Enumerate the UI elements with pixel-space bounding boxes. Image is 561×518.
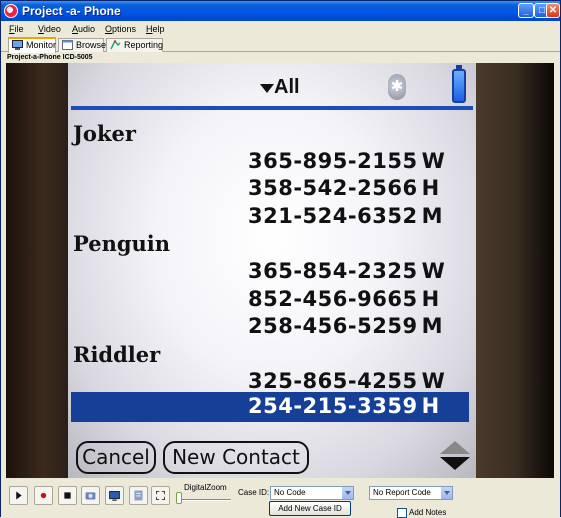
phone-number: 852-456-9665 [248,287,418,311]
tab-browser-label: Browser [76,40,110,50]
phone-number: 365-854-2325 [248,259,418,283]
app-icon [4,4,18,18]
phone-number-row: 365-895-2155 W [248,149,445,173]
play-icon [16,491,22,500]
scroll-up-icon [440,441,470,454]
chevron-down-icon [440,487,452,499]
digital-zoom-slider[interactable] [176,492,182,504]
settings-icon [134,490,143,501]
phone-number-row-selected: 254-215-3359 H [248,394,440,418]
phone-number: 358-542-2566 [248,176,418,200]
phone-new-contact-button: New Contact [163,441,309,474]
record-button[interactable] [34,486,53,505]
menu-options[interactable]: Options [105,24,136,34]
menu-audio[interactable]: Audio [72,24,95,34]
record-icon [40,492,47,499]
phone-type: W [421,259,446,283]
stop-button[interactable] [58,486,77,505]
phone-number-row: 365-854-2325 W [248,259,445,283]
tab-monitor-label: Monitor [26,40,57,50]
category-filter: All [274,76,300,98]
phone-number-row: 852-456-9665 H [248,287,440,311]
digital-zoom-label: DigitalZoom [184,483,227,492]
display-button[interactable] [105,486,124,505]
tab-bar: Monitor Browser Reporting [1,37,560,53]
phone-scroll-arrows [440,439,470,473]
header-divider [71,106,473,110]
phone-type: H [421,176,440,200]
bluetooth-icon: ✱ [388,74,406,100]
phone-screen: All ✱ Joker 365-895-2155 W 358-542-2566 H … [68,63,476,478]
case-id-value: No Code [274,488,306,497]
phone-number: 321-524-6352 [248,204,418,228]
report-code-select[interactable]: No Report Code [369,486,453,500]
device-label: Project-a-Phone ICD-5005 [7,54,93,61]
phone-type: M [421,314,443,338]
reporting-icon [110,40,121,50]
menu-video[interactable]: Video [38,24,61,34]
phone-number-row: 325-865-4255 W [248,369,445,393]
contact-name: Penguin [73,231,171,256]
settings-button[interactable] [129,486,148,505]
tab-reporting[interactable]: Reporting [106,38,163,52]
camera-icon [85,492,96,500]
phone-number-row: 321-524-6352 M [248,204,443,228]
tab-monitor[interactable]: Monitor [8,37,56,53]
fullscreen-button[interactable] [151,486,170,505]
dropdown-arrow-icon [260,84,274,93]
phone-type: H [421,287,440,311]
fullscreen-icon [156,491,165,500]
report-code-value: No Report Code [373,488,431,497]
video-edge-right [476,63,554,478]
case-id-label: Case ID: [238,488,270,497]
contact-name: Riddler [73,342,161,367]
phone-type: W [421,149,446,173]
phone-number: 258-456-5259 [248,314,418,338]
phone-number-row: 258-456-5259 M [248,314,443,338]
monitor-icon [12,40,23,50]
title-bar[interactable]: Project -a- Phone _ □ ✕ [1,1,560,21]
chevron-down-icon [341,487,353,499]
snapshot-button[interactable] [81,486,100,505]
battery-icon [452,65,466,103]
phone-number-row: 358-542-2566 H [248,176,440,200]
play-button[interactable] [9,486,28,505]
phone-type: M [421,204,443,228]
phone-number: 365-895-2155 [248,149,418,173]
add-notes-label: Add Notes [409,508,447,517]
app-window: Project -a- Phone _ □ ✕ File Video Audio… [0,0,561,518]
add-new-case-id-button[interactable]: Add New Case ID [269,501,351,516]
case-id-select[interactable]: No Code [270,486,354,500]
stop-icon [64,492,71,499]
browser-icon [62,40,73,50]
menu-help[interactable]: Help [146,24,165,34]
close-button[interactable]: ✕ [546,3,560,18]
phone-number: 254-215-3359 [248,394,418,418]
phone-cancel-button: Cancel [76,441,156,474]
scroll-down-icon [440,457,470,470]
video-edge-left [6,63,68,478]
contact-name: Joker [73,121,136,146]
display-icon [109,491,120,501]
tab-browser[interactable]: Browser [58,38,109,52]
phone-number: 325-865-4255 [248,369,418,393]
minimize-button[interactable]: _ [518,3,534,18]
digital-zoom-track [179,499,231,501]
tab-reporting-label: Reporting [124,40,164,50]
video-feed: All ✱ Joker 365-895-2155 W 358-542-2566 H … [6,63,554,478]
window-title: Project -a- Phone [22,4,121,18]
phone-type: H [421,394,440,418]
menu-bar: File Video Audio Options Help [1,21,560,37]
menu-file[interactable]: File [9,24,24,34]
phone-type: W [421,369,446,393]
